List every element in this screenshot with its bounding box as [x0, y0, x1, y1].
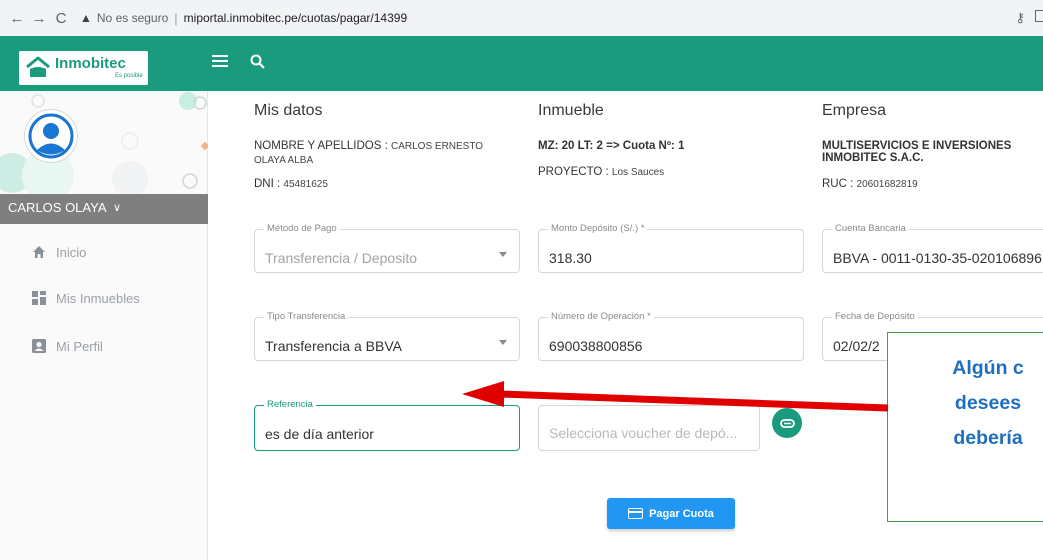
cuenta-bancaria-value: BBVA - 0011-0130-35-020106896: [833, 250, 1042, 266]
annotation-line-2: desees: [954, 392, 1022, 414]
mis-datos-title: Mis datos: [254, 102, 323, 119]
dni-label: DNI :: [254, 178, 281, 190]
nombre-line-2: OLAYA ALBA: [254, 153, 313, 168]
sidebar-item-mi-perfil[interactable]: Mi Perfil: [0, 330, 208, 364]
sidebar-item-mis-inmuebles[interactable]: Mis Inmuebles: [0, 283, 208, 317]
hamburger-menu-icon[interactable]: [212, 55, 228, 69]
fecha-deposito-value: 02/02/2: [833, 338, 880, 354]
numero-operacion-label: Número de Operación *: [548, 311, 654, 322]
metodo-pago-select[interactable]: Método de Pago Transferencia / Deposito: [254, 223, 520, 273]
ruc-label: RUC :: [822, 178, 854, 190]
insecure-label: No es seguro: [96, 11, 169, 25]
pagar-cuota-button[interactable]: Pagar Cuota: [607, 498, 735, 529]
annotation-line-3: debería: [953, 427, 1023, 449]
pagar-cuota-label: Pagar Cuota: [649, 507, 714, 520]
annotation-callout: Algún c desees debería: [887, 332, 1043, 522]
cuenta-bancaria-label: Cuenta Bancaria: [832, 223, 909, 234]
sidebar-item-label: Inicio: [56, 245, 87, 260]
forward-arrow-icon[interactable]: →: [28, 10, 50, 27]
voucher-placeholder: Selecciona voucher de depó...: [549, 425, 738, 441]
nombre-line: NOMBRE Y APELLIDOS : CARLOS ERNESTO: [254, 139, 483, 154]
proyecto-label: PROYECTO :: [538, 166, 609, 178]
fecha-deposito-label: Fecha de Depósito: [832, 311, 918, 322]
warning-icon: ▲: [80, 11, 92, 25]
monto-deposito-value: 318.30: [549, 250, 592, 266]
referencia-label: Referencia: [264, 399, 316, 410]
avatar[interactable]: [25, 110, 77, 162]
cuenta-bancaria-select[interactable]: Cuenta Bancaria BBVA - 0011-0130-35-0201…: [822, 223, 1043, 273]
user-name[interactable]: CARLOS OLAYA: [8, 200, 107, 215]
monto-deposito-label: Monto Depósito (S/.) *: [548, 223, 648, 234]
tipo-transferencia-value: Transferencia a BBVA: [265, 338, 402, 354]
profile-icon: [32, 339, 46, 353]
nombre-label: NOMBRE Y APELLIDOS :: [254, 140, 388, 152]
annotation-line-1: Algún c: [952, 357, 1024, 379]
extension-icon[interactable]: [1035, 10, 1043, 22]
back-arrow-icon[interactable]: ←: [6, 10, 28, 27]
tipo-transferencia-select[interactable]: Tipo Transferencia Transferencia a BBVA: [254, 311, 520, 361]
lot-info: MZ: 20 LT: 2 => Cuota Nº: 1: [538, 140, 685, 152]
brand-tagline: Es posible: [115, 73, 143, 79]
empresa-name-2: INMOBITEC S.A.C.: [822, 152, 924, 164]
nombre-value-1: CARLOS ERNESTO: [391, 141, 484, 152]
ruc-line: RUC : 20601682819: [822, 177, 918, 192]
monto-deposito-field[interactable]: Monto Depósito (S/.) * 318.30: [538, 223, 804, 273]
sidebar-item-label: Mis Inmuebles: [56, 291, 140, 306]
nombre-value-2: OLAYA ALBA: [254, 155, 314, 166]
proyecto-value: Los Sauces: [611, 167, 665, 178]
reload-icon[interactable]: C: [50, 10, 72, 27]
sidebar-item-label: Mi Perfil: [56, 339, 103, 354]
search-icon[interactable]: [250, 54, 265, 69]
page: ← → C ▲ No es seguro | miportal.inmobite…: [0, 0, 1043, 560]
user-avatar-icon: [28, 113, 74, 159]
chevron-down-icon[interactable]: ∨: [113, 201, 121, 214]
key-icon[interactable]: ⚷: [1015, 10, 1025, 26]
ruc-value: 20601682819: [856, 179, 918, 190]
chevron-down-icon: [499, 340, 507, 345]
tipo-transferencia-label: Tipo Transferencia: [264, 311, 349, 322]
brand-name: Inmobitec: [55, 55, 126, 72]
proyecto-line: PROYECTO : Los Sauces: [538, 165, 664, 180]
chevron-down-icon: [499, 252, 507, 257]
home-icon: [33, 246, 45, 258]
url-text[interactable]: miportal.inmobitec.pe/cuotas/pagar/14399: [184, 11, 407, 25]
house-logo-icon: [26, 56, 50, 77]
annotation-text: Algún c desees debería: [888, 351, 1043, 456]
numero-operacion-field[interactable]: Número de Operación * 690038800856: [538, 311, 804, 361]
numero-operacion-value: 690038800856: [549, 338, 643, 354]
metodo-pago-label: Método de Pago: [264, 223, 340, 234]
grid-icon: [32, 291, 46, 305]
referencia-value: es de día anterior: [265, 426, 374, 442]
sidebar-item-inicio[interactable]: Inicio: [0, 236, 208, 270]
dni-line: DNI : 45481625: [254, 177, 328, 192]
brand-logo[interactable]: Inmobitec Es posible: [19, 51, 148, 85]
credit-card-icon: [628, 508, 644, 519]
dni-value: 45481625: [283, 179, 328, 190]
annotation-arrow: [462, 381, 889, 412]
separator: |: [174, 10, 178, 26]
metodo-pago-value: Transferencia / Deposito: [265, 250, 417, 266]
empresa-title: Empresa: [822, 102, 887, 119]
address-bar[interactable]: ▲ No es seguro | miportal.inmobitec.pe/c…: [80, 5, 407, 31]
inmueble-title: Inmueble: [538, 102, 604, 119]
browser-toolbar: ← → C ▲ No es seguro | miportal.inmobite…: [0, 0, 1043, 36]
app-header: [0, 36, 1043, 91]
